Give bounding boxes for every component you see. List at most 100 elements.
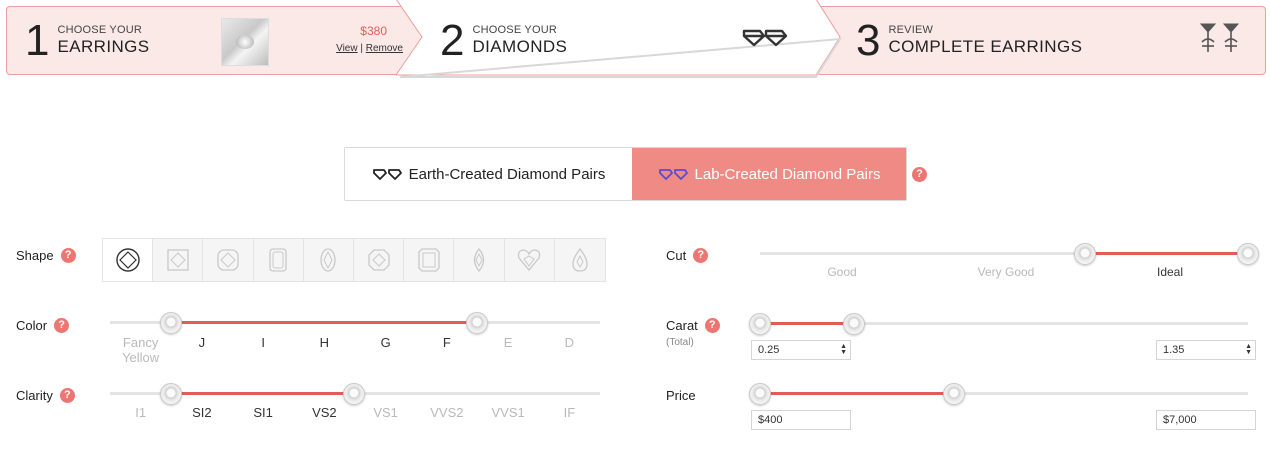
heart-icon: [518, 249, 541, 272]
shape-emerald[interactable]: [254, 239, 304, 281]
carat-min-value: 0.25: [758, 344, 780, 356]
cut-tick-label[interactable]: Very Good: [924, 265, 1088, 279]
price-selected-range: [760, 392, 954, 395]
clarity-min-handle[interactable]: [160, 383, 182, 405]
step-3[interactable]: 3 REVIEW COMPLETE EARRINGS: [856, 7, 1082, 74]
step-1-price: $380: [360, 24, 387, 38]
lab-diamond-pair-icon: [658, 169, 688, 180]
lab-created-option[interactable]: Lab-Created Diamond Pairs: [631, 148, 906, 200]
clarity-tick-label[interactable]: IF: [539, 405, 600, 420]
carat-label: Carat: [666, 318, 698, 333]
color-max-handle[interactable]: [466, 312, 488, 334]
price-max-input[interactable]: $7,000: [1156, 410, 1256, 430]
princess-icon: [167, 249, 189, 271]
shape-radiant[interactable]: [404, 239, 455, 281]
color-tick-label[interactable]: E: [478, 335, 539, 350]
toggle-help-icon[interactable]: ?: [912, 167, 927, 182]
shape-label: Shape: [16, 248, 54, 263]
cut-label: Cut: [666, 248, 687, 263]
step-3-number: 3: [856, 15, 881, 65]
clarity-tick-label[interactable]: VVS1: [478, 405, 539, 420]
diamond-pair-icon: [742, 29, 788, 47]
price-max-handle[interactable]: [943, 383, 965, 405]
shape-princess[interactable]: [153, 239, 204, 281]
cut-min-handle[interactable]: [1074, 243, 1096, 265]
shape-heart[interactable]: [505, 239, 555, 281]
step-3-subtitle: REVIEW: [888, 24, 934, 36]
cut-max-handle[interactable]: [1237, 243, 1259, 265]
clarity-tick-label[interactable]: SI1: [233, 405, 294, 420]
oval-icon: [320, 248, 337, 272]
carat-max-spinner-icon[interactable]: ▲ ▼: [1245, 343, 1252, 356]
pear-icon: [572, 247, 588, 272]
carat-total-note: (Total): [666, 337, 694, 348]
round-icon: [115, 248, 140, 272]
color-tick-label[interactable]: G: [355, 335, 416, 350]
color-tick-label[interactable]: Fancy Yellow: [110, 335, 171, 365]
color-min-handle[interactable]: [160, 312, 182, 334]
carat-filter-label: Carat ?: [666, 318, 720, 333]
carat-min-spinner-icon[interactable]: ▲ ▼: [840, 343, 847, 356]
carat-min-handle[interactable]: [749, 313, 771, 335]
shape-cushion[interactable]: [203, 239, 254, 281]
cut-help-icon[interactable]: ?: [693, 248, 709, 263]
clarity-help-icon[interactable]: ?: [59, 388, 75, 403]
step-2[interactable]: 2 CHOOSE YOUR DIAMONDS: [440, 7, 567, 74]
color-tick-label[interactable]: D: [539, 335, 600, 350]
shape-asscher[interactable]: [354, 239, 405, 281]
clarity-tick-label[interactable]: VS2: [294, 405, 355, 420]
color-tick-label[interactable]: H: [294, 335, 355, 350]
clarity-tick-label[interactable]: SI2: [171, 405, 232, 420]
step-2-number: 2: [440, 15, 465, 65]
earring-thumbnail: [221, 18, 269, 66]
color-tick-label[interactable]: J: [171, 335, 232, 350]
carat-min-input[interactable]: 0.25 ▲ ▼: [751, 340, 851, 360]
emerald-icon: [269, 248, 287, 272]
carat-max-value: 1.35: [1163, 344, 1185, 356]
price-label: Price: [666, 388, 696, 403]
carat-help-icon[interactable]: ?: [704, 318, 720, 333]
clarity-tick-label[interactable]: VS1: [355, 405, 416, 420]
color-filter-label: Color ?: [16, 318, 70, 333]
shape-oval[interactable]: [304, 239, 355, 281]
carat-max-handle[interactable]: [843, 313, 865, 335]
color-help-icon[interactable]: ?: [54, 318, 70, 333]
price-min-input[interactable]: $400: [751, 410, 851, 430]
step-1-links: View | Remove: [329, 43, 403, 54]
color-tick-label[interactable]: I: [233, 335, 294, 350]
cushion-icon: [217, 249, 239, 271]
price-max-value: $7,000: [1163, 414, 1197, 426]
shape-round[interactable]: [103, 239, 154, 281]
color-selected-range: [171, 321, 477, 324]
price-min-handle[interactable]: [749, 383, 771, 405]
color-tick-label[interactable]: F: [416, 335, 477, 350]
clarity-max-handle[interactable]: [343, 383, 365, 405]
cut-tick-label[interactable]: Good: [760, 265, 924, 279]
color-label: Color: [16, 318, 48, 333]
cut-filter-label: Cut ?: [666, 248, 709, 263]
step-2-title: DIAMONDS: [472, 37, 568, 56]
carat-max-input[interactable]: 1.35 ▲ ▼: [1156, 340, 1256, 360]
clarity-label: Clarity: [16, 388, 53, 403]
clarity-tick-label[interactable]: I1: [110, 405, 171, 420]
shape-help-icon[interactable]: ?: [60, 248, 76, 263]
cut-selected-range: [1085, 252, 1248, 255]
cut-tick-label[interactable]: Ideal: [1088, 265, 1252, 279]
earth-created-option[interactable]: Earth-Created Diamond Pairs: [345, 148, 632, 200]
diamond-pair-icon: [372, 169, 402, 180]
price-filter-label: Price: [666, 388, 696, 403]
clarity-tick-label[interactable]: VVS2: [416, 405, 477, 420]
shape-marquise[interactable]: [454, 239, 505, 281]
lab-created-label: Lab-Created Diamond Pairs: [694, 165, 881, 183]
marquise-icon: [473, 247, 485, 273]
view-link[interactable]: View: [336, 43, 358, 54]
link-separator: |: [357, 43, 366, 54]
step-1[interactable]: 1 CHOOSE YOUR EARRINGS: [25, 7, 149, 74]
clarity-filter-label: Clarity ?: [16, 388, 75, 403]
earrings-icon: [1199, 23, 1240, 52]
step-2-subtitle: CHOOSE YOUR: [472, 24, 557, 36]
step-3-title: COMPLETE EARRINGS: [888, 37, 1083, 56]
shape-pear[interactable]: [555, 239, 605, 281]
radiant-icon: [418, 248, 440, 272]
price-min-value: $400: [758, 414, 783, 426]
